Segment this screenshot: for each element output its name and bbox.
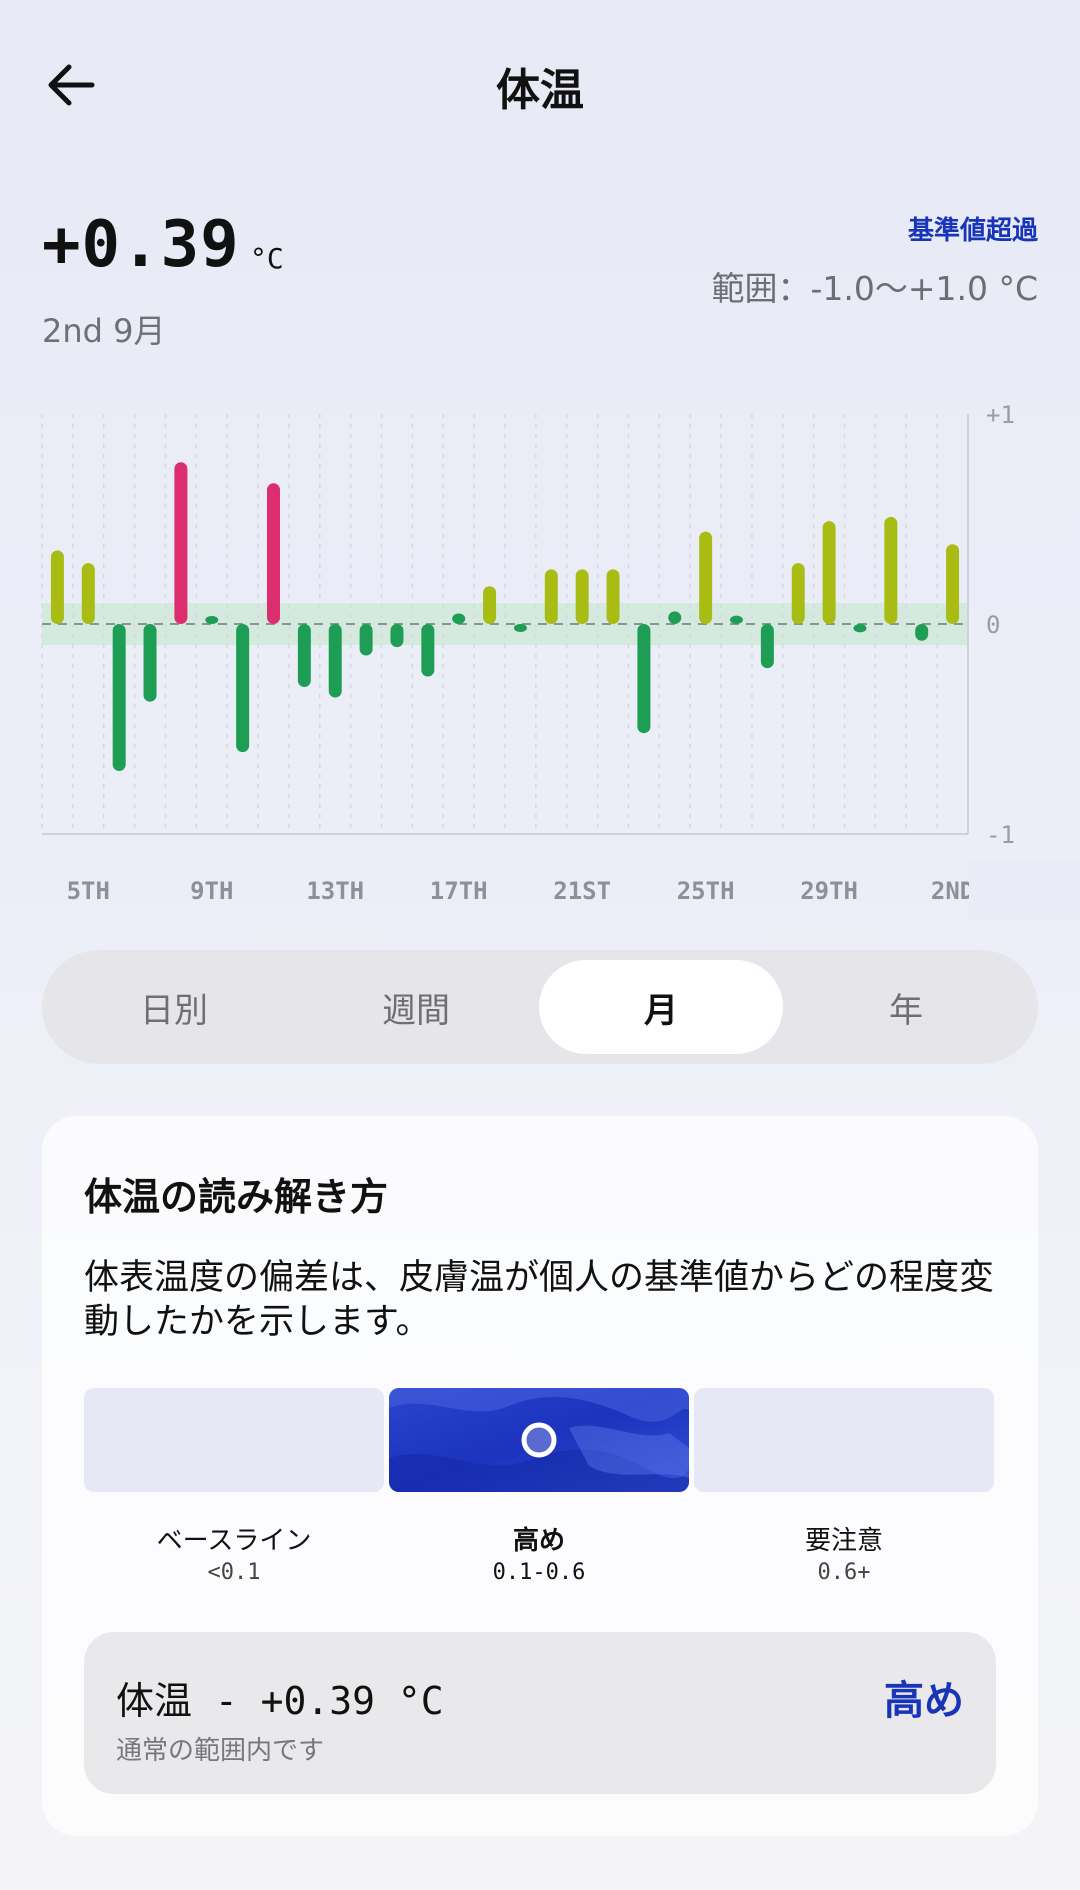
temperature-bar-chart[interactable]: +1 0 -1 5TH 9TH 13TH 17TH 21ST 25TH 29TH 2ND bbox=[0, 390, 1080, 930]
scale-baseline-range: <0.1 bbox=[207, 1560, 261, 1585]
bar-24TH bbox=[668, 611, 682, 624]
bar-28TH bbox=[791, 563, 805, 624]
bar-12TH bbox=[297, 624, 311, 687]
temperature-unit: °C bbox=[250, 242, 284, 275]
bar-14TH bbox=[359, 624, 373, 656]
bar-31ST bbox=[884, 516, 898, 624]
label-mask bbox=[969, 860, 1079, 920]
interpretation-card: 体温の読み解き方 体表温度の偏差は、皮膚温が個人の基準値からどの程度変動したかを… bbox=[42, 1116, 1038, 1836]
scale-elevated-label: 高め bbox=[512, 1526, 565, 1556]
temperature-value: +0.39 bbox=[42, 208, 240, 282]
bar-16TH bbox=[421, 624, 435, 677]
bar-2ND bbox=[946, 544, 960, 624]
bar-25TH bbox=[699, 531, 713, 624]
selected-indicator-icon bbox=[521, 1422, 557, 1458]
card-title: 体温の読み解き方 bbox=[84, 1175, 389, 1219]
x-tick-label: 21ST bbox=[553, 877, 611, 905]
bar-27TH bbox=[760, 624, 774, 669]
y-tick-label: -1 bbox=[986, 821, 1015, 849]
bar-15TH bbox=[390, 624, 404, 648]
y-tick-label: +1 bbox=[986, 401, 1015, 429]
summary-title: 体温 - +0.39 °C bbox=[116, 1679, 444, 1723]
bar-19TH bbox=[513, 624, 527, 632]
bar-23RD bbox=[637, 624, 651, 734]
bar-13TH bbox=[328, 624, 342, 698]
x-tick-label: 2ND bbox=[931, 877, 974, 905]
tab-monthly[interactable]: 月 bbox=[539, 960, 783, 1054]
summary-box: 体温 - +0.39 °C 通常の範囲内です 高め bbox=[84, 1632, 996, 1794]
range-text: 範囲：-1.0〜+1.0 °C bbox=[711, 269, 1038, 308]
bar-26TH bbox=[730, 615, 743, 624]
tab-daily[interactable]: 日別 bbox=[52, 960, 296, 1054]
bar-20TH bbox=[544, 569, 558, 624]
scale-caution-box bbox=[694, 1388, 994, 1492]
card-description: 体表温度の偏差は、皮膚温が個人の基準値からどの程度変動したかを示します。 bbox=[84, 1258, 995, 1342]
bar-1ST bbox=[915, 624, 929, 641]
tab-yearly[interactable]: 年 bbox=[784, 960, 1028, 1054]
bar-8TH bbox=[174, 462, 188, 624]
scale-elevated-box bbox=[389, 1388, 689, 1492]
tab-weekly[interactable]: 週間 bbox=[294, 960, 538, 1054]
header: 体温 bbox=[0, 0, 1080, 170]
bar-29TH bbox=[822, 521, 836, 624]
page-title: 体温 bbox=[496, 65, 584, 116]
bar-4TH bbox=[50, 550, 64, 624]
status-link[interactable]: 基準値超過 bbox=[908, 210, 1038, 247]
scale-caution-label: 要注意 bbox=[804, 1526, 883, 1556]
summary-subtitle: 通常の範囲内です bbox=[116, 1736, 325, 1766]
x-tick-label: 29TH bbox=[800, 877, 858, 905]
bar-18TH bbox=[483, 586, 497, 624]
scale-baseline-box bbox=[84, 1388, 384, 1492]
x-tick-label: 17TH bbox=[430, 877, 488, 905]
x-tick-label: 5TH bbox=[67, 877, 110, 905]
bar-17TH bbox=[452, 613, 466, 624]
bar-6TH bbox=[112, 624, 126, 771]
scale-elevated-range: 0.1-0.6 bbox=[492, 1560, 586, 1585]
x-tick-label: 9TH bbox=[190, 877, 233, 905]
bar-7TH bbox=[143, 624, 157, 702]
scale-caution-range: 0.6+ bbox=[817, 1560, 871, 1585]
bar-22ND bbox=[606, 569, 620, 624]
scale-baseline-label: ベースライン bbox=[156, 1526, 312, 1556]
summary-status: 高め bbox=[884, 1678, 964, 1724]
elevated-texture bbox=[389, 1388, 689, 1492]
bar-10TH bbox=[236, 624, 250, 753]
bar-5TH bbox=[81, 563, 95, 624]
x-tick-label: 13TH bbox=[306, 877, 364, 905]
x-tick-label: 25TH bbox=[677, 877, 735, 905]
selected-date: 2nd 9月 bbox=[42, 312, 166, 350]
bar-21ST bbox=[575, 569, 589, 624]
period-tabs: 日別 週間 月 年 bbox=[42, 950, 1038, 1064]
bar-30TH bbox=[853, 624, 867, 633]
bar-11TH bbox=[267, 483, 280, 624]
y-tick-label: 0 bbox=[986, 611, 1000, 639]
bar-9TH bbox=[205, 616, 219, 624]
